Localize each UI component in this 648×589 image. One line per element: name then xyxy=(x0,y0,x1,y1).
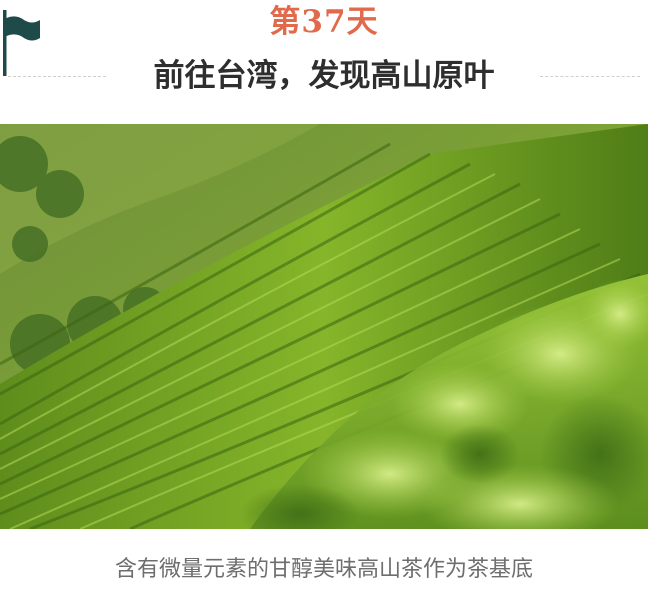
day-label: 第37天 xyxy=(269,4,379,40)
photo-caption: 含有微量元素的甘醇美味高山茶作为茶基底 xyxy=(114,557,533,582)
tea-plantation-photo xyxy=(0,124,648,529)
page-title: 前往台湾，发现高山原叶 xyxy=(153,58,495,94)
